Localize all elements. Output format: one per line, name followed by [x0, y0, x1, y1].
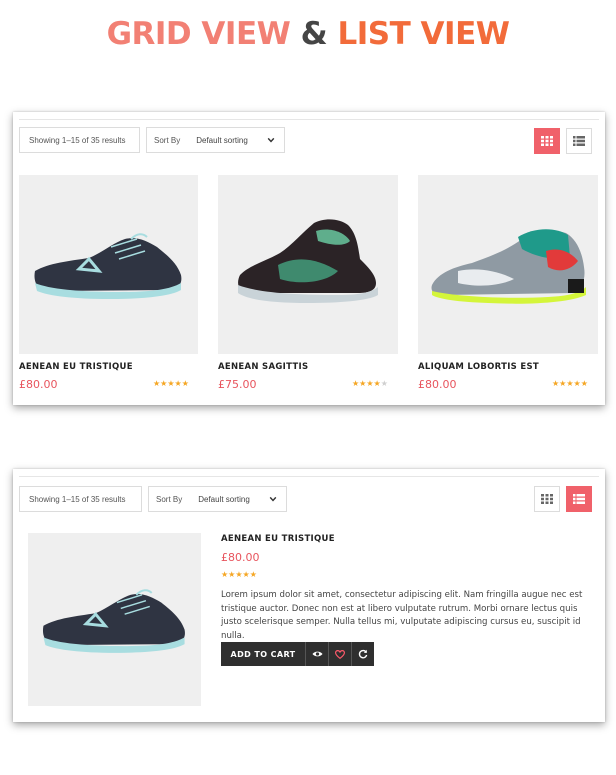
- star-icon: ★: [167, 379, 175, 388]
- divider: [19, 476, 599, 477]
- grid-icon: [541, 494, 553, 504]
- product-image[interactable]: [19, 175, 198, 354]
- product-name[interactable]: AENEAN EU TRISTIQUE: [221, 534, 335, 544]
- star-icon: ★: [181, 379, 189, 388]
- compare-button[interactable]: [351, 642, 374, 666]
- sort-dropdown[interactable]: Sort By Default sorting: [148, 486, 287, 512]
- basketball-shoe-icon: [238, 219, 378, 303]
- divider: [19, 119, 599, 120]
- product-price: £80.00: [19, 378, 58, 391]
- star-rating: ★★★★★: [153, 380, 189, 388]
- star-icon: ★: [174, 379, 182, 388]
- product-image[interactable]: [28, 533, 201, 706]
- quick-view-button[interactable]: [305, 642, 328, 666]
- refresh-icon: [358, 649, 368, 659]
- star-icon: ★: [366, 379, 374, 388]
- product-actions: ADD TO CART: [221, 642, 374, 666]
- list-icon: [573, 494, 585, 504]
- sort-label: Sort By: [156, 494, 183, 504]
- results-count-text: Showing 1–15 of 35 results: [29, 494, 126, 504]
- product-description: Lorem ipsum dolor sit amet, consectetur …: [221, 590, 583, 641]
- list-icon: [573, 136, 585, 146]
- list-view-button[interactable]: [566, 486, 592, 512]
- heart-icon: [335, 649, 345, 659]
- product-price: £80.00: [221, 551, 260, 564]
- results-count: Showing 1–15 of 35 results: [19, 486, 142, 512]
- star-icon: ★: [249, 570, 257, 579]
- star-icon: ★: [573, 379, 581, 388]
- star-icon: ★: [235, 570, 243, 579]
- sort-value: Default sorting: [196, 135, 248, 145]
- sort-label: Sort By: [154, 135, 181, 145]
- product-price: £80.00: [418, 378, 457, 391]
- grid-icon: [541, 136, 553, 146]
- chevron-down-icon: [267, 137, 275, 143]
- product-image[interactable]: [218, 175, 398, 354]
- list-view-button[interactable]: [566, 128, 592, 154]
- star-rating: ★★★★★: [352, 380, 388, 388]
- star-rating: ★★★★★: [221, 571, 257, 579]
- running-shoe-icon: [42, 589, 185, 653]
- star-icon: ★: [580, 379, 588, 388]
- star-icon: ★: [380, 379, 388, 388]
- product-price: £75.00: [218, 378, 257, 391]
- star-icon: ★: [373, 379, 381, 388]
- eye-icon: [311, 651, 323, 657]
- grid-view-button[interactable]: [534, 486, 560, 512]
- wishlist-button[interactable]: [328, 642, 351, 666]
- star-icon: ★: [566, 379, 574, 388]
- results-count-text: Showing 1–15 of 35 results: [29, 135, 126, 145]
- headline-ampersand: &: [300, 16, 328, 52]
- results-count: Showing 1–15 of 35 results: [19, 127, 140, 153]
- grid-view-panel: Showing 1–15 of 35 results Sort By Defau…: [13, 112, 605, 405]
- sort-value: Default sorting: [198, 494, 250, 504]
- product-name[interactable]: AENEAN SAGITTIS: [218, 362, 308, 372]
- star-icon: ★: [242, 570, 250, 579]
- grid-view-button[interactable]: [534, 128, 560, 154]
- list-view-panel: Showing 1–15 of 35 results Sort By Defau…: [13, 469, 605, 722]
- chevron-down-icon: [269, 496, 277, 502]
- colorful-shoe-icon: [431, 229, 586, 304]
- headline-list-view: LIST VIEW: [337, 16, 510, 52]
- headline-grid-view: GRID VIEW: [106, 16, 291, 52]
- running-shoe-icon: [34, 233, 182, 299]
- sort-dropdown[interactable]: Sort By Default sorting: [146, 127, 285, 153]
- product-image[interactable]: [418, 175, 598, 354]
- star-rating: ★★★★★: [552, 380, 588, 388]
- add-to-cart-button[interactable]: ADD TO CART: [221, 642, 305, 666]
- product-name[interactable]: ALIQUAM LOBORTIS EST: [418, 362, 539, 372]
- product-name[interactable]: AENEAN EU TRISTIQUE: [19, 362, 133, 372]
- page-headline: GRID VIEW & LIST VIEW: [0, 16, 616, 52]
